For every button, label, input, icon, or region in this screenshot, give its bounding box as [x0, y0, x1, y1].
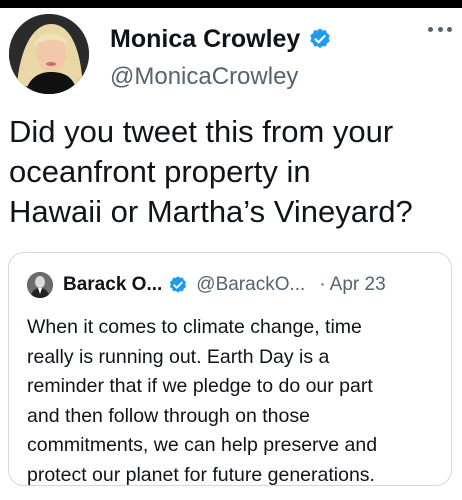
quoted-tweet-card[interactable]: Barack O... @BarackO... · Apr 23 When it… — [8, 252, 452, 486]
dot-icon — [437, 26, 443, 32]
profile-photo-icon — [27, 272, 53, 298]
quoted-tweet-text: When it comes to climate change, time re… — [27, 316, 378, 486]
tweet-text: Did you tweet this from your oceanfront … — [9, 114, 413, 229]
quoted-author-name[interactable]: Barack O... — [63, 274, 162, 296]
date-separator: · — [319, 274, 326, 295]
quoted-author-handle[interactable]: @BarackO... — [196, 274, 305, 296]
verified-badge-icon — [310, 28, 331, 49]
top-bar — [0, 0, 462, 8]
quoted-tweet-header: Barack O... @BarackO... · Apr 23 — [27, 271, 439, 299]
quoted-tweet-date[interactable]: Apr 23 — [330, 274, 386, 296]
quoted-author-avatar[interactable] — [27, 272, 53, 298]
dot-icon — [447, 26, 452, 32]
author-avatar[interactable] — [9, 14, 89, 94]
more-options-icon[interactable] — [428, 22, 452, 36]
profile-photo-icon — [9, 14, 89, 94]
author-name-row: Monica Crowley — [110, 24, 332, 54]
author-display-name[interactable]: Monica Crowley — [110, 24, 300, 54]
author-handle[interactable]: @MonicaCrowley — [110, 62, 298, 92]
verified-badge-icon — [170, 276, 187, 293]
dot-icon — [428, 26, 433, 32]
